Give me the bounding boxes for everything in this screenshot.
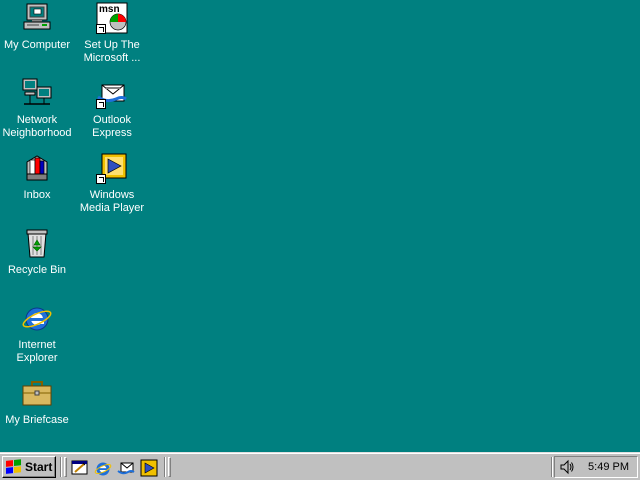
outlook-express-icon [117,462,135,475]
inbox-icon [21,152,53,184]
my-computer-icon [21,2,53,34]
recycle-bin-icon [21,227,53,259]
quick-launch-outlook-express[interactable] [117,459,135,477]
desktop-icon-setup-msn[interactable]: msn Set Up The Microsoft ... [75,2,149,65]
desktop-icon-internet-explorer[interactable]: Internet Explorer [0,302,74,365]
desktop-icon-label: Network Neighborhood [2,114,72,139]
taskbar-divider [164,457,166,477]
task-area-grip[interactable] [168,457,171,477]
start-button-label: Start [25,460,53,474]
windows-logo-icon [6,459,22,475]
internet-explorer-icon [94,462,112,476]
desktop: My Computer Network Neighborhood Inbox R… [0,0,640,452]
desktop-icon-label: My Computer [3,39,71,51]
desktop-icon-label: Set Up The Microsoft ... [83,39,141,64]
desktop-icon-windows-media-player[interactable]: Windows Media Player [75,152,149,215]
quick-launch-internet-explorer[interactable] [94,459,112,477]
show-desktop-icon [71,460,88,475]
desktop-icon-label: Internet Explorer [16,339,58,364]
desktop-icon-label: My Briefcase [5,414,69,426]
msn-logo-text: msn [99,4,120,15]
shortcut-arrow-icon [96,174,106,184]
quick-launch-grip[interactable] [64,457,67,477]
quick-launch-media-player[interactable] [140,459,158,477]
network-neighborhood-icon [21,77,53,109]
desktop-icon-inbox[interactable]: Inbox [0,152,74,202]
desktop-icon-my-briefcase[interactable]: My Briefcase [0,377,74,427]
desktop-icon-recycle-bin[interactable]: Recycle Bin [0,227,74,277]
volume-icon[interactable] [559,459,575,475]
desktop-icon-outlook-express[interactable]: Outlook Express [75,77,149,140]
system-tray: 5:49 PM [554,456,638,478]
taskbar-divider [60,457,62,477]
clock[interactable]: 5:49 PM [588,461,629,473]
desktop-icon-label: Outlook Express [92,114,132,139]
briefcase-icon [21,377,53,409]
desktop-icon-label: Recycle Bin [7,264,67,276]
taskbar-divider [551,457,553,477]
desktop-icon-my-computer[interactable]: My Computer [0,2,74,52]
shortcut-arrow-icon [96,99,106,109]
desktop-icon-label: Inbox [23,189,51,201]
media-player-icon [96,152,128,184]
msn-icon: msn [96,2,128,34]
desktop-icon-label: Windows Media Player [79,189,145,214]
outlook-express-icon [96,77,128,109]
media-player-icon [140,459,158,477]
shortcut-arrow-icon [96,24,106,34]
taskbar: Start 5:49 PM [0,452,640,480]
desktop-icon-network-neighborhood[interactable]: Network Neighborhood [0,77,74,140]
start-button[interactable]: Start [2,456,56,478]
quick-launch-show-desktop[interactable] [71,459,89,477]
internet-explorer-icon [21,302,53,334]
